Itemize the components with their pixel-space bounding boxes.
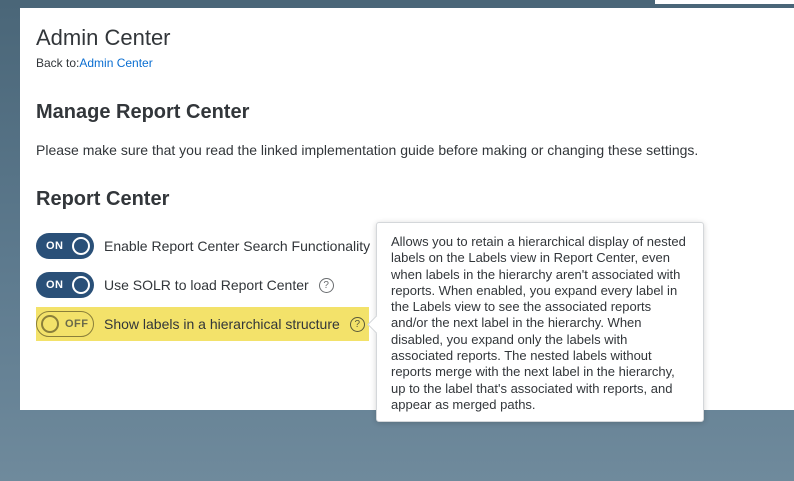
manage-heading: Manage Report Center: [36, 101, 250, 123]
setting-label: Enable Report Center Search Functionalit…: [104, 238, 371, 254]
setting-row-search: ON Enable Report Center Search Functiona…: [36, 229, 370, 263]
back-prefix: Back to:: [36, 56, 80, 70]
report-center-heading: Report Center: [36, 188, 170, 210]
intro-text: Please make sure that you read the linke…: [36, 142, 699, 158]
setting-row-hierarchy: OFF Show labels in a hierarchical struct…: [36, 307, 369, 341]
toggle-knob: [72, 276, 90, 294]
solr-toggle[interactable]: ON: [36, 272, 94, 298]
top-strip: [655, 0, 794, 4]
search-toggle[interactable]: ON: [36, 233, 94, 259]
toggle-state: ON: [46, 240, 64, 252]
toggle-state: ON: [46, 279, 64, 291]
question-circle-icon[interactable]: ?: [318, 277, 334, 293]
hierarchy-toggle[interactable]: OFF: [36, 311, 94, 337]
back-link[interactable]: Admin Center: [79, 56, 152, 70]
breadcrumb: Back to:Admin Center: [36, 56, 153, 70]
app-title: Admin Center: [36, 25, 171, 50]
toggle-state: OFF: [65, 318, 89, 330]
setting-row-solr: ON Use SOLR to load Report Center ?: [36, 268, 334, 302]
setting-label: Show labels in a hierarchical structure: [104, 316, 340, 332]
tooltip-text: Allows you to retain a hierarchical disp…: [391, 234, 686, 412]
toggle-knob: [41, 315, 59, 333]
question-circle-icon[interactable]: ?: [349, 316, 365, 332]
toggle-knob: [72, 237, 90, 255]
help-tooltip: Allows you to retain a hierarchical disp…: [367, 222, 704, 422]
setting-label: Use SOLR to load Report Center: [104, 277, 309, 293]
